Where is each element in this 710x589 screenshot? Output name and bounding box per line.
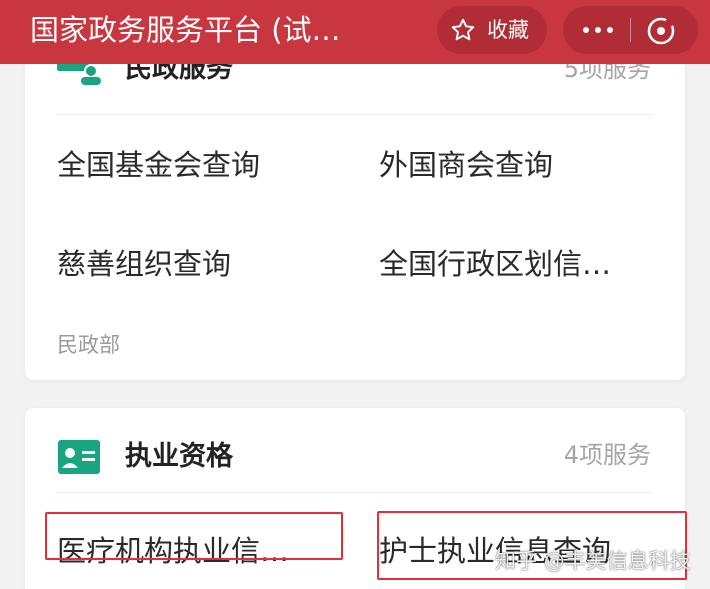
- section-title: 执业资格: [125, 441, 233, 472]
- divider: [57, 114, 653, 115]
- capsule-menu: [563, 6, 698, 54]
- service-count: 4项服务: [563, 441, 651, 469]
- app-header: 国家政务服务平台 (试… 收藏: [0, 0, 710, 64]
- favorite-button[interactable]: 收藏: [437, 6, 547, 54]
- service-link[interactable]: 慈善组织查询: [57, 245, 347, 283]
- department-label: 民政部: [57, 333, 120, 357]
- service-link[interactable]: 全国行政区划信…: [379, 245, 659, 283]
- star-icon: [451, 18, 475, 41]
- close-circle-icon[interactable]: [645, 15, 677, 47]
- capsule-divider: [630, 18, 631, 42]
- id-card-icon: [58, 440, 100, 474]
- service-link[interactable]: 全国基金会查询: [57, 146, 347, 184]
- highlight-box: [45, 512, 343, 560]
- watermark: 知乎 @丰美信息科技: [495, 549, 691, 573]
- page-title: 国家政务服务平台 (试…: [30, 13, 341, 47]
- service-link[interactable]: 外国商会查询: [379, 146, 659, 184]
- divider: [57, 492, 653, 493]
- favorite-label: 收藏: [487, 18, 529, 42]
- more-dots-icon[interactable]: [581, 18, 615, 42]
